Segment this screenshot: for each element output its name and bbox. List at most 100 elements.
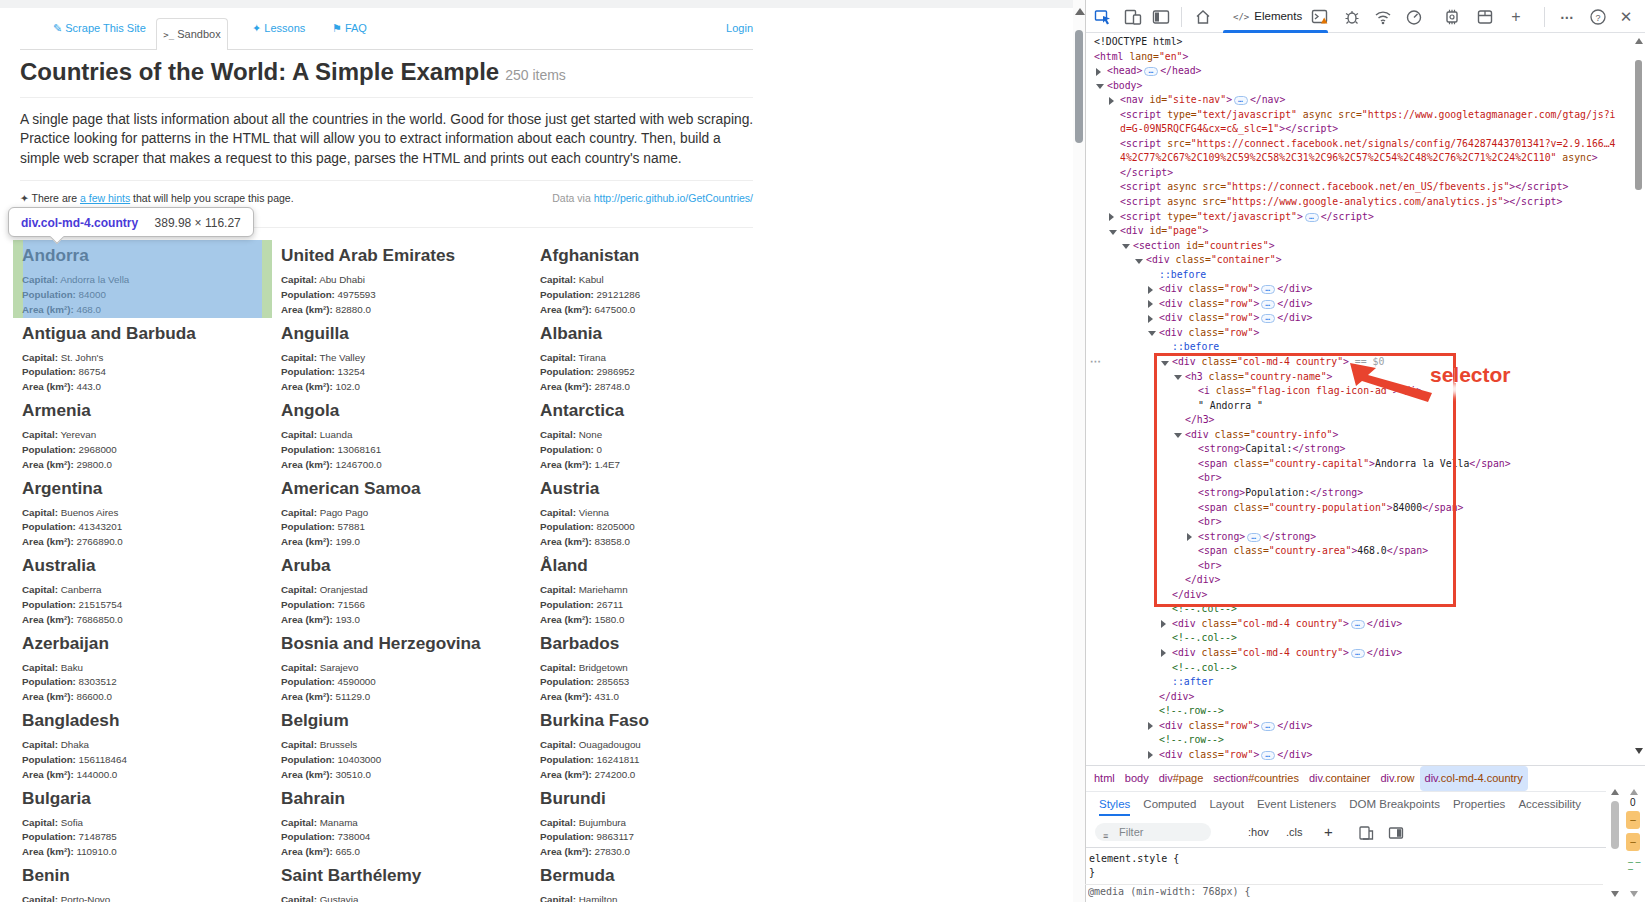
dom-tree-node[interactable]: <!--.col--> [1086, 661, 1631, 676]
scroll-down-arrow-icon[interactable] [1611, 891, 1619, 897]
dom-tree-node[interactable]: <script type="text/javascript">…</script… [1086, 210, 1631, 225]
breadcrumb-item[interactable]: body [1120, 766, 1154, 791]
dom-tree-node[interactable]: <!--.col--> [1086, 631, 1631, 646]
dom-tree-node[interactable]: <div class="row">…</div> [1086, 282, 1631, 297]
dom-tree-node[interactable]: <script async src="https://connect.faceb… [1086, 180, 1631, 195]
breadcrumb-item[interactable]: div#page [1154, 766, 1209, 791]
inspect-element-icon[interactable] [1094, 8, 1112, 26]
dom-tree-node[interactable]: <span class="country-capital">Andorra la… [1086, 457, 1631, 472]
hov-toggle[interactable]: :hov [1248, 823, 1269, 841]
help-icon[interactable]: ? [1589, 8, 1607, 26]
dom-tree-node[interactable]: <br> [1086, 471, 1631, 486]
ellipsis-expand-icon[interactable]: … [1261, 300, 1275, 309]
dom-tree-node[interactable]: </div> [1086, 690, 1631, 705]
dom-tree-node[interactable]: <div class="row">…</div> [1086, 297, 1631, 312]
expand-arrow-closed-icon[interactable] [1148, 315, 1153, 323]
expand-arrow-open-icon[interactable] [1109, 230, 1117, 235]
styles-scrollbar[interactable] [1606, 785, 1624, 902]
tab-elements[interactable]: </>Elements [1223, 0, 1312, 33]
dom-tree-node[interactable]: <!--.col--> [1086, 602, 1631, 617]
scroll-up-arrow-icon[interactable] [1075, 8, 1085, 15]
scroll-down-arrow-icon[interactable] [1635, 748, 1643, 754]
breadcrumb-item[interactable]: section#countries [1208, 766, 1304, 791]
dom-tree-node-selected[interactable]: <div class="col-md-4 country"> == $0 [1086, 355, 1631, 370]
ellipsis-expand-icon[interactable]: … [1144, 67, 1158, 76]
dom-tree-node[interactable]: <div class="col-md-4 country">…</div> [1086, 617, 1631, 632]
dom-tree-node[interactable]: 4%2C77%2C67%2C109%2C59%2C58%2C31%2C96%2C… [1086, 151, 1631, 166]
breadcrumb-item[interactable]: div.col-md-4.country [1420, 766, 1528, 791]
dom-tree-node[interactable]: <h3 class="country-name"> [1086, 370, 1631, 385]
dom-tree-node[interactable]: <div class="row">…</div> [1086, 719, 1631, 734]
expand-arrow-closed-icon[interactable] [1161, 620, 1166, 628]
dom-tree-node[interactable]: <!--.row--> [1086, 704, 1631, 719]
dom-tree-node[interactable]: <br> [1086, 559, 1631, 574]
rendering-emulation-icon[interactable] [1358, 823, 1374, 841]
dom-tree-node[interactable]: <div class="col-md-4 country">…</div> [1086, 646, 1631, 661]
panel-tab-computed[interactable]: Computed [1143, 798, 1196, 810]
dom-tree-node[interactable]: </script> [1086, 166, 1631, 181]
new-style-rule-icon[interactable]: + [1324, 823, 1333, 841]
dom-tree-node[interactable]: <strong>…</strong> [1086, 530, 1631, 545]
page-scrollbar[interactable] [1073, 0, 1085, 902]
dom-tree-node[interactable]: <html lang="en"> [1086, 50, 1631, 65]
dom-tree-node[interactable]: <script async src="https://www.google-an… [1086, 195, 1631, 210]
computed-side-icon[interactable] [1388, 823, 1404, 841]
network-icon[interactable] [1374, 8, 1392, 26]
panel-tab-accessibility[interactable]: Accessibility [1518, 798, 1581, 810]
scroll-up-arrow-icon[interactable] [1635, 38, 1643, 44]
nav-tab-sandbox[interactable]: >_ Sandbox [156, 18, 228, 50]
panel-tab-properties[interactable]: Properties [1453, 798, 1505, 810]
dom-tree-node[interactable]: <head>…</head> [1086, 64, 1631, 79]
console-icon[interactable] [1311, 8, 1329, 26]
dom-tree-node[interactable]: <div id="page"> [1086, 224, 1631, 239]
ellipsis-expand-icon[interactable]: … [1351, 649, 1365, 658]
cls-toggle[interactable]: .cls [1286, 823, 1303, 841]
dom-tree-node[interactable]: <script type="text/javascript" async src… [1086, 108, 1631, 123]
dom-tree-node[interactable]: <div class="country-info"> [1086, 428, 1631, 443]
expand-arrow-open-icon[interactable] [1096, 84, 1104, 89]
dom-tree-node[interactable]: </div> [1086, 573, 1631, 588]
scrollbar-thumb[interactable] [1611, 801, 1619, 849]
application-icon[interactable] [1476, 8, 1494, 26]
scrollbar-thumb[interactable] [1635, 60, 1642, 190]
breadcrumb-item[interactable]: div.row [1375, 766, 1419, 791]
dom-tree-node[interactable]: <strong>Capital:</strong> [1086, 442, 1631, 457]
device-toolbar-icon[interactable] [1124, 8, 1142, 26]
dom-tree-node[interactable]: <section id="countries"> [1086, 239, 1631, 254]
scroll-up-arrow-icon[interactable] [1611, 789, 1619, 795]
memory-icon[interactable] [1443, 8, 1461, 26]
ellipsis-expand-icon[interactable]: … [1351, 620, 1365, 629]
close-devtools-icon[interactable]: ✕ [1617, 8, 1635, 26]
dom-tree-node[interactable]: ::after [1086, 675, 1631, 690]
expand-arrow-open-icon[interactable] [1135, 259, 1143, 264]
dom-tree-node[interactable]: <div class="row">…</div> [1086, 311, 1631, 326]
dom-tree-node[interactable]: <div class="row">…</div> [1086, 748, 1631, 763]
expand-arrow-closed-icon[interactable] [1109, 97, 1114, 105]
expand-arrow-open-icon[interactable] [1148, 331, 1156, 336]
dom-tree-node[interactable]: <div class="row"> [1086, 326, 1631, 341]
expand-arrow-closed-icon[interactable] [1148, 300, 1153, 308]
breadcrumb-item[interactable]: div.container [1304, 766, 1376, 791]
filter-input[interactable]: ≡Filter [1095, 823, 1211, 841]
expand-arrow-closed-icon[interactable] [1148, 286, 1153, 294]
expand-arrow-open-icon[interactable] [1174, 375, 1182, 380]
expand-arrow-closed-icon[interactable] [1187, 533, 1192, 541]
dom-tree-node[interactable]: <span class="country-population">84000</… [1086, 501, 1631, 516]
panel-tab-styles[interactable]: Styles [1099, 798, 1130, 816]
ellipsis-expand-icon[interactable]: … [1261, 751, 1275, 760]
breadcrumb-item[interactable]: html [1089, 766, 1120, 791]
more-options-icon[interactable]: ⋯ [1558, 8, 1576, 26]
node-menu-dots[interactable]: ⋯ [1090, 355, 1102, 368]
dom-tree-node[interactable]: " Andorra " [1086, 399, 1631, 414]
expand-arrow-closed-icon[interactable] [1148, 751, 1153, 759]
dom-tree-node[interactable]: <span class="country-area">468.0</span> [1086, 544, 1631, 559]
dom-tree-node[interactable]: <!DOCTYPE html> [1086, 35, 1631, 50]
focus-mode-icon[interactable] [1152, 8, 1170, 26]
dom-tree-node[interactable]: ::before [1086, 268, 1631, 283]
expand-arrow-open-icon[interactable] [1174, 433, 1182, 438]
dom-tree-node[interactable]: <br> [1086, 515, 1631, 530]
dom-tree-node[interactable]: <!--.row--> [1086, 733, 1631, 748]
expand-arrow-closed-icon[interactable] [1161, 649, 1166, 657]
dom-tree-node[interactable]: ::before [1086, 340, 1631, 355]
more-tabs-icon[interactable]: + [1507, 8, 1525, 26]
